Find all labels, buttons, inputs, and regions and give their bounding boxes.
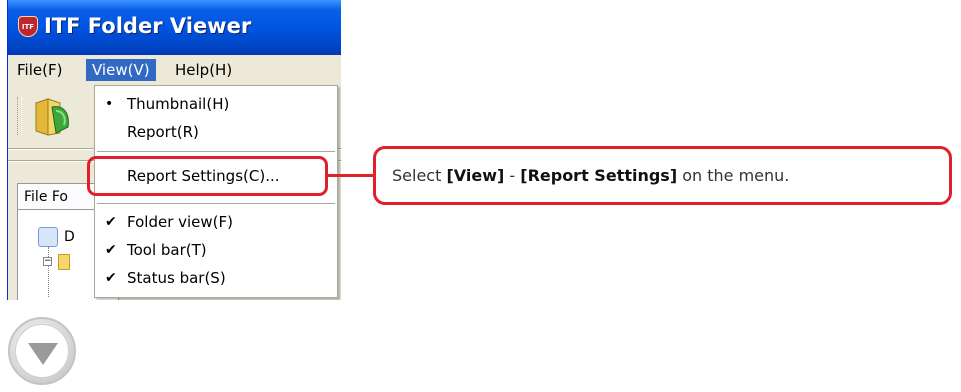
menu-item-folder-view[interactable]: Folder view(F)	[127, 212, 233, 232]
checkmark-icon: ✔	[105, 270, 117, 286]
menu-help[interactable]: Help(H)	[169, 59, 238, 81]
menu-file[interactable]: File(F)	[11, 59, 68, 81]
desktop-icon	[38, 227, 58, 247]
callout-text-report-settings: [Report Settings]	[520, 166, 678, 185]
menu-item-tool-bar[interactable]: Tool bar(T)	[127, 240, 207, 260]
folder-icon[interactable]	[58, 254, 70, 270]
menu-separator	[97, 203, 335, 204]
callout-text-middle: -	[504, 166, 521, 185]
menu-separator	[97, 151, 335, 152]
callout-text-prefix: Select	[392, 166, 447, 185]
tree-collapse-icon[interactable]: −	[43, 257, 52, 266]
checkmark-icon: ✔	[105, 242, 117, 258]
checkmark-icon: ✔	[105, 214, 117, 230]
toolbar-grip[interactable]	[17, 97, 22, 135]
callout-text-view: [View]	[446, 166, 505, 185]
menu-view[interactable]: View(V)	[86, 59, 156, 81]
instruction-callout: Select [View] - [Report Settings] on the…	[373, 146, 952, 205]
next-step-button-inner	[15, 324, 69, 378]
tree-connector-line	[48, 247, 49, 297]
menu-item-thumbnail[interactable]: Thumbnail(H)	[127, 94, 229, 114]
menu-bar: File(F) View(V) Help(H)	[8, 55, 341, 85]
menu-item-report[interactable]: Report(R)	[127, 122, 199, 142]
menu-item-status-bar[interactable]: Status bar(S)	[127, 268, 226, 288]
callout-connector	[328, 174, 374, 177]
radio-bullet-icon: •	[105, 96, 114, 112]
app-window: ITF ITF Folder Viewer File(F) View(V) He…	[7, 0, 341, 300]
open-folder-button[interactable]	[30, 93, 76, 139]
highlight-report-settings	[87, 156, 328, 196]
window-title: ITF Folder Viewer	[44, 14, 252, 38]
title-bar[interactable]: ITF ITF Folder Viewer	[8, 0, 341, 55]
app-logo-icon: ITF	[18, 16, 38, 37]
down-triangle-icon	[28, 343, 58, 365]
tree-root-label[interactable]: D	[64, 229, 75, 245]
next-step-button[interactable]	[8, 317, 76, 385]
callout-text-suffix: on the menu.	[677, 166, 790, 185]
open-folder-icon	[35, 98, 69, 136]
